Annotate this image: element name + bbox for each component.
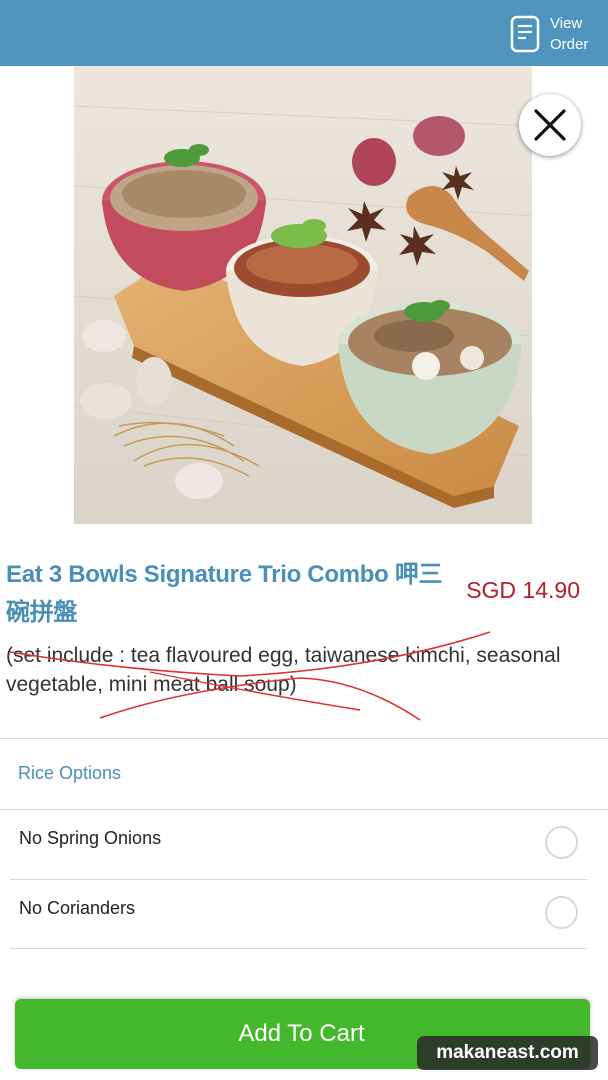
radio-button[interactable] xyxy=(545,826,578,859)
food-photo xyxy=(74,66,532,524)
divider xyxy=(0,738,608,739)
close-icon xyxy=(534,109,566,141)
view-order-button[interactable]: View Order xyxy=(510,12,590,56)
product-title: Eat 3 Bowls Signature Trio Combo 呷三碗拼盤 xyxy=(6,561,443,626)
radio-button[interactable] xyxy=(545,896,578,929)
option-no-corianders[interactable]: No Corianders xyxy=(10,880,588,949)
option-label: No Corianders xyxy=(19,898,136,918)
option-label: No Spring Onions xyxy=(19,828,162,848)
view-order-label: View Order xyxy=(550,15,589,53)
product-description: (set include : tea flavoured egg, taiwan… xyxy=(6,644,561,696)
rice-options-heading: Rice Options xyxy=(18,763,122,783)
watermark: makaneast.com xyxy=(417,1036,598,1070)
option-no-spring-onions[interactable]: No Spring Onions xyxy=(10,810,588,879)
divider xyxy=(10,948,588,949)
product-price: SGD 14.90 xyxy=(466,577,580,603)
add-to-cart-label: Add To Cart xyxy=(238,1020,365,1047)
top-bar: View Order xyxy=(0,0,608,66)
close-button[interactable] xyxy=(519,94,581,156)
document-icon xyxy=(510,15,540,53)
